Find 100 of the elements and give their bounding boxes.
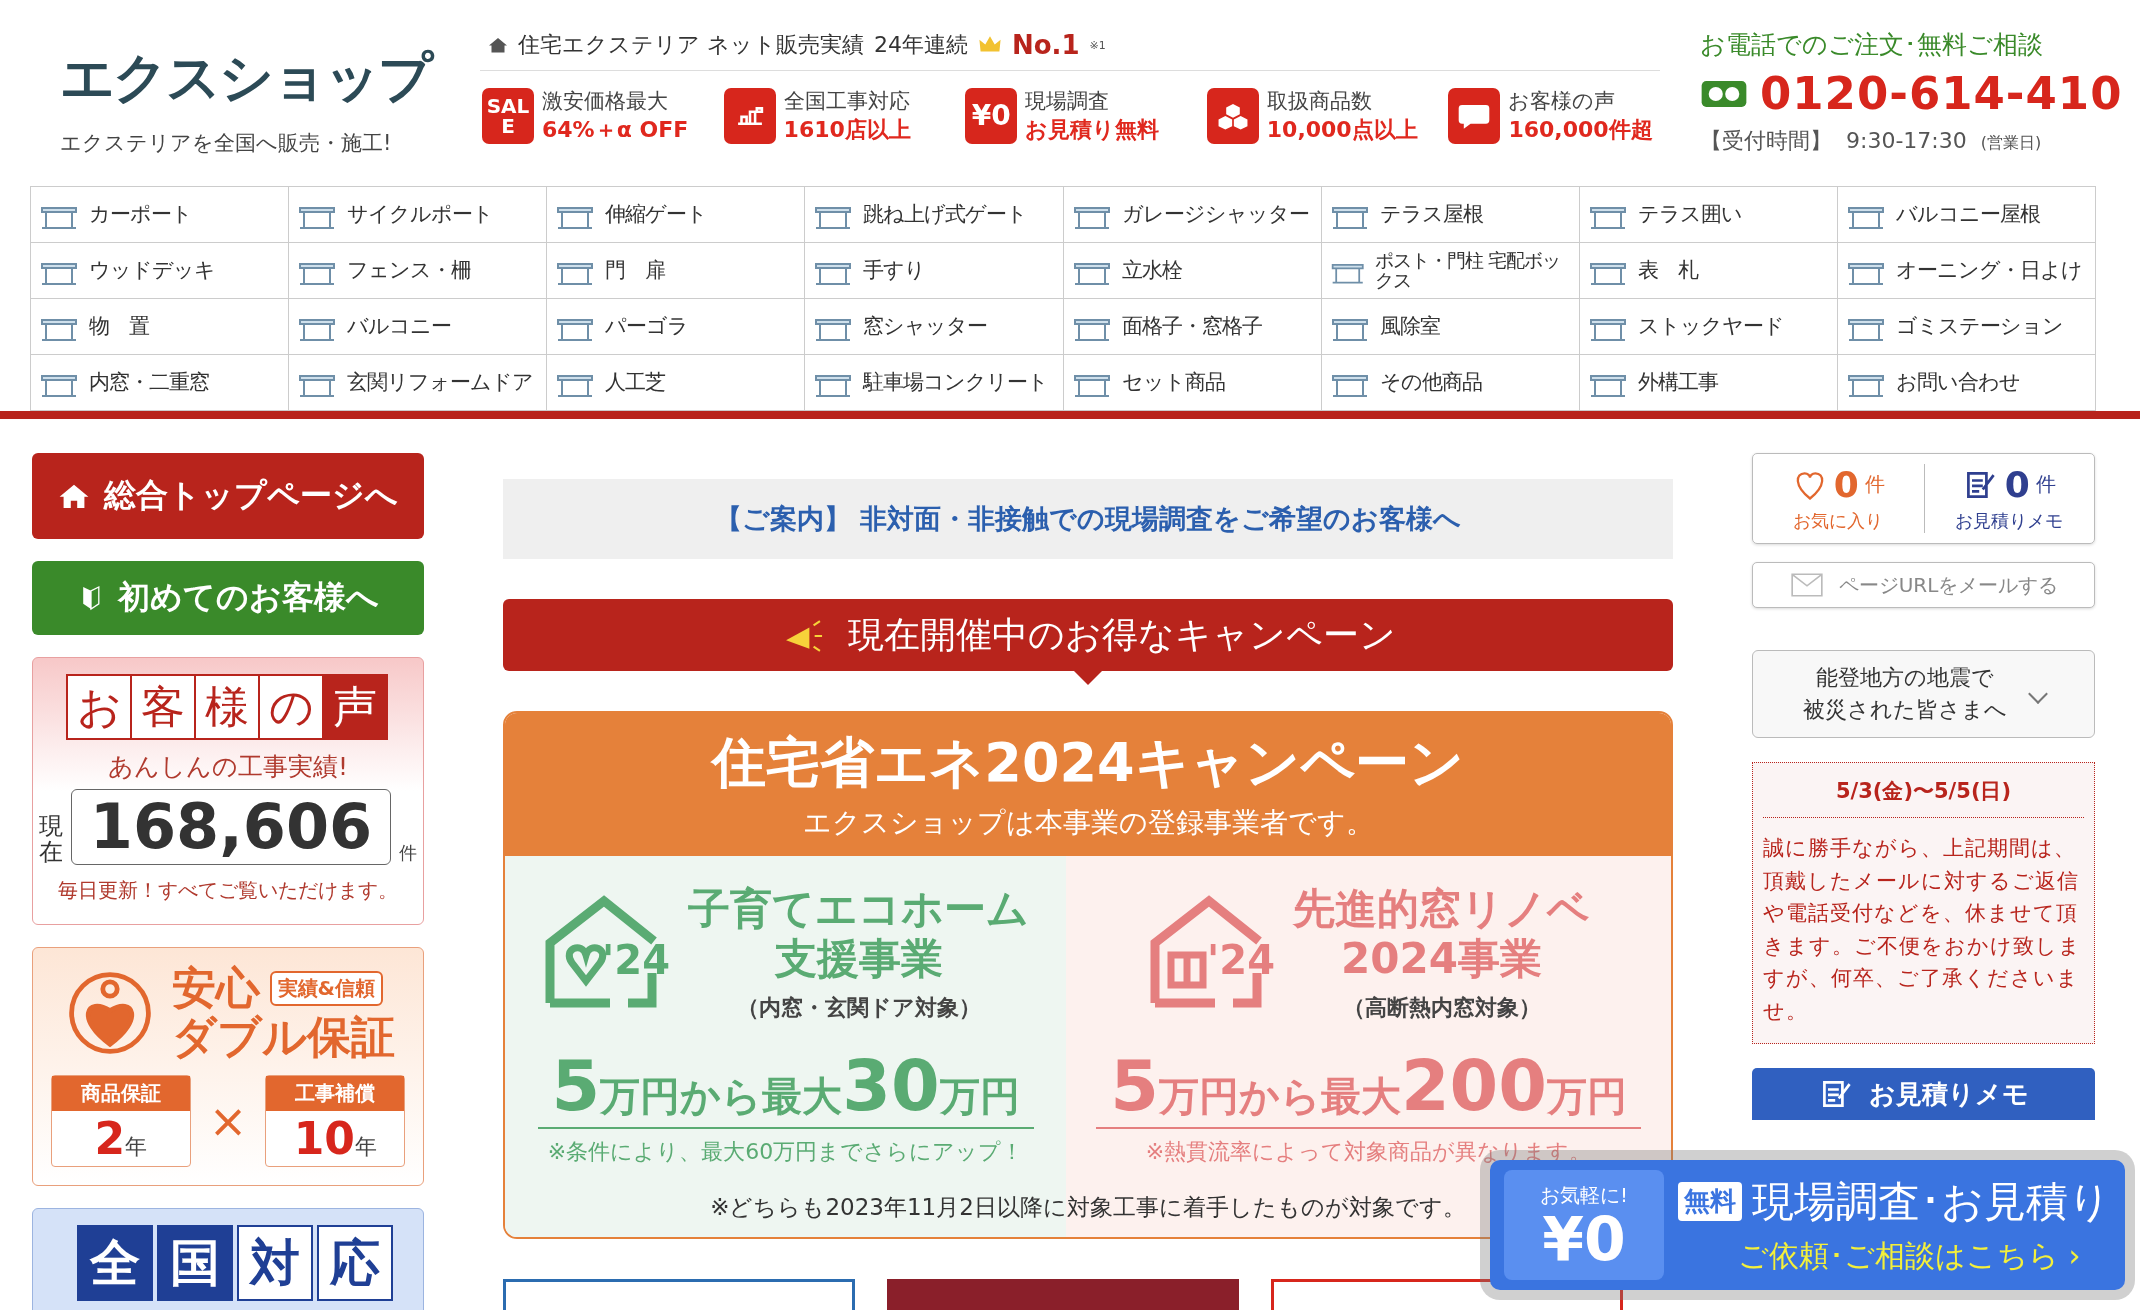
top-page-button[interactable]: 総合トップページへ: [32, 453, 424, 539]
hours-label: 【受付時間】: [1700, 127, 1832, 155]
program-title: 支援事業: [774, 934, 943, 985]
category-link[interactable]: ガレージシャッター: [1063, 187, 1322, 243]
feature-value: 1610店以上: [783, 116, 911, 144]
feature-label: お客様の声: [1508, 88, 1617, 115]
customer-voice-card[interactable]: お客様の声 あんしんの工事実績! 現在 168,606 件 毎日更新！すべてご覧いただけます。: [32, 657, 424, 926]
feature-value: 160,000件超: [1508, 116, 1653, 144]
program-title: 子育てエコホーム: [688, 884, 1030, 935]
category-link[interactable]: バルコニー: [289, 299, 548, 355]
category-link[interactable]: テラス囲い: [1579, 187, 1838, 243]
category-link[interactable]: 伸縮ゲート: [547, 187, 806, 243]
category-link[interactable]: サイクルポート: [289, 187, 548, 243]
feature-icon-text: SALE: [486, 96, 530, 136]
voice-note: 毎日更新！すべてご覧いただけます。: [58, 877, 398, 905]
category-link[interactable]: ゴミステーション: [1837, 299, 2096, 355]
feature-label: 取扱商品数: [1266, 88, 1373, 115]
nationwide-card[interactable]: 全国対応: [32, 1208, 424, 1310]
title-character: お: [66, 674, 132, 740]
program-target: （高断熱内窓対象）: [1342, 993, 1541, 1022]
warranty-card[interactable]: 安心 実績&信頼 ダブル保証 商品保証 2年 × 工事補償 10年: [32, 947, 424, 1187]
title-character: の: [258, 674, 324, 740]
category-link[interactable]: 門 扉: [547, 243, 806, 299]
title-character: 声: [322, 674, 388, 740]
category-link[interactable]: 立水栓: [1063, 243, 1322, 299]
warranty-years: 2年: [94, 1112, 148, 1167]
category-link[interactable]: 表 札: [1579, 243, 1838, 299]
contact-heading: お電話でのご注文･無料ご相談: [1700, 29, 2044, 61]
category-link[interactable]: 風除室: [1321, 299, 1580, 355]
feature-label: 激安価格最大: [542, 88, 669, 115]
title-character: 客: [130, 674, 196, 740]
category-link[interactable]: フェンス・柵: [289, 243, 548, 299]
warranty-badge: 実績&信頼: [269, 971, 383, 1007]
warranty-title: 安心: [171, 964, 260, 1013]
feature-value: 64%＋α OFF: [542, 116, 689, 144]
banner-link-text: ご依頼･ご相談はこちら ›: [1737, 1236, 2082, 1275]
program-title: 2024事業: [1341, 934, 1542, 985]
title-character: 対: [237, 1225, 313, 1302]
year-label: '24: [1207, 937, 1276, 984]
campaign-title: 住宅省エネ2024キャンペーン: [712, 730, 1464, 796]
program-note: ※条件により、最大60万円までさらにアップ！: [547, 1137, 1024, 1166]
category-link[interactable]: 面格子・窓格子: [1063, 299, 1322, 355]
tagline: エクステリアを全国へ販売・施工!: [60, 130, 393, 157]
category-link[interactable]: ポスト・門柱 宅配ボックス: [1321, 243, 1580, 299]
program-title: 先進的窓リノベ: [1293, 884, 1591, 935]
count-unit: 件: [399, 841, 418, 866]
feature-icon-text: ¥0: [971, 102, 1011, 130]
notice-link[interactable]: 【ご案内】 非対面・非接触での現場調査をご希望のお客様へ: [503, 479, 1673, 559]
title-character: 全: [77, 1225, 153, 1302]
earthquake-notice-toggle[interactable]: 能登地方の地震で 被災された皆さまへ: [1752, 650, 2095, 738]
program-target: （内窓・玄関ドア対象）: [736, 993, 981, 1022]
subsidy-amount: 5万円から最大30万円: [537, 1044, 1034, 1129]
category-link[interactable]: 手すり: [805, 243, 1064, 299]
holiday-dates: 5/3(金)〜5/5(日): [1763, 777, 2084, 818]
warranty-label: 商品保証: [51, 1076, 190, 1112]
campaign-subtitle: エクスショップは本事業の登録事業者です。: [802, 805, 1374, 841]
feature-label: 全国工事対応: [783, 88, 911, 115]
memo-heading: お見積りメモ: [1868, 1077, 2029, 1111]
times-sign: ×: [208, 1094, 248, 1149]
hours-text: 9:30-17:30: [1846, 128, 1967, 153]
footnote-mark: ※1: [1089, 38, 1106, 52]
award-rank-label: No.1: [1012, 30, 1080, 60]
category-link[interactable]: 跳ね上げ式ゲート: [805, 187, 1064, 243]
subsidy-amount: 5万円から最大200万円: [1096, 1044, 1641, 1129]
title-character: 国: [157, 1225, 233, 1302]
category-link[interactable]: オーニング・日よけ: [1837, 243, 2096, 299]
title-character: 応: [317, 1225, 393, 1302]
category-link[interactable]: テラス屋根: [1321, 187, 1580, 243]
title-character: 様: [194, 674, 260, 740]
house-icon: [488, 36, 508, 54]
first-time-button[interactable]: 初めてのお客様へ: [32, 561, 424, 635]
warranty-label: 工事補償: [266, 1076, 405, 1112]
mail-page-button[interactable]: ページURLをメールする: [1752, 562, 2095, 608]
hours-note: (営業日): [1980, 133, 2042, 154]
warranty-title: ダブル保証: [171, 1012, 395, 1062]
year-label: '24: [602, 937, 671, 984]
feature-value: お見積り無料: [1025, 116, 1160, 144]
category-link[interactable]: カーポート: [31, 187, 290, 243]
category-link[interactable]: 窓シャッター: [805, 299, 1064, 355]
award-years: 24年連続: [874, 31, 968, 59]
envelope-icon: [1788, 571, 1825, 599]
phone-number[interactable]: 0120-614-410: [1760, 67, 2123, 120]
feature-label: 現場調査: [1025, 88, 1111, 115]
category-link[interactable]: パーゴラ: [547, 299, 806, 355]
free-badge: 無料: [1678, 1182, 1742, 1221]
holiday-message: 誠に勝手ながら、上記期間は、頂戴したメールに対するご返信や電話受付などを、休ませて頂きます。ご不便をおかけ致しますが、何卒、ご了承くださいませ。: [1763, 835, 2082, 1025]
category-link[interactable]: 物 置: [31, 299, 290, 355]
banner-title: 現場調査･お見積り: [1752, 1175, 2111, 1228]
banner-tag: お気軽に!: [1540, 1181, 1628, 1209]
campaign-footnote: ※どちらも2023年11月2日以降に対象工事に着手したものが対象です。: [710, 1192, 1466, 1222]
review-counter: 168,606: [70, 789, 392, 866]
category-link[interactable]: バルコニー屋根: [1837, 187, 2096, 243]
warranty-years: 10年: [293, 1112, 377, 1167]
feature-value: 10,000点以上: [1266, 116, 1418, 144]
now-label: 現在: [38, 812, 63, 866]
award-text: 住宅エクステリア ネット販売実績: [518, 31, 864, 59]
category-link[interactable]: ストックヤード: [1579, 299, 1838, 355]
voice-subtitle: あんしんの工事実績!: [108, 751, 348, 783]
logo[interactable]: エクスショップ: [60, 42, 480, 115]
category-link[interactable]: ウッドデッキ: [31, 243, 290, 299]
